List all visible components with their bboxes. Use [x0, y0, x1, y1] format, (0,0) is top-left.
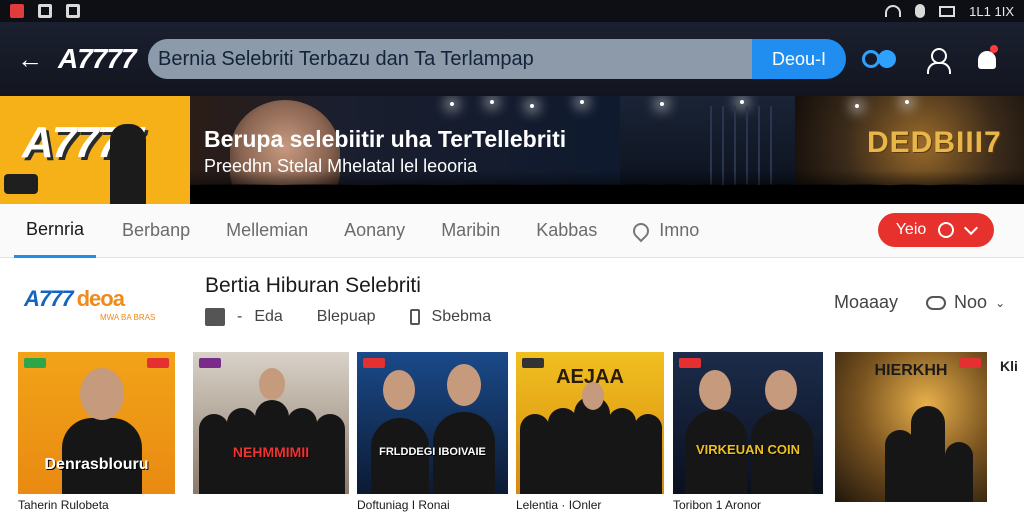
tab-location-label: Imno	[659, 220, 700, 240]
chevron-down-icon	[964, 220, 979, 236]
meta-separator: -	[237, 308, 243, 325]
news-card[interactable]: FRLDDEGI IBOIVAIE Doftuniag I Ronai	[357, 352, 508, 512]
camera-icon	[4, 174, 38, 194]
card-thumbnail: HIERKHH	[835, 352, 987, 502]
search-button[interactable]: Deou-I	[752, 39, 846, 79]
card-caption: HIERKHH	[874, 362, 948, 379]
hero-photographer-figure	[110, 124, 146, 204]
hero-subtitle: Preedhn Stelal Mhelatal lel leooria	[204, 156, 478, 176]
user-icon[interactable]	[924, 46, 951, 74]
card-title	[835, 502, 987, 506]
link-icon	[926, 295, 947, 310]
brand-logo-text: A777	[24, 286, 74, 311]
hero-stage-image	[620, 96, 795, 204]
tab-aonany[interactable]: Aonany	[344, 204, 405, 258]
app-logo-text: A7777	[58, 43, 137, 74]
favorites-icon[interactable]	[860, 46, 900, 72]
tab-location[interactable]: Imno	[629, 204, 700, 258]
app-logo[interactable]: A7777	[58, 43, 144, 75]
news-card[interactable]: HIERKHH	[835, 352, 987, 512]
more-dropdown-label: Noo	[954, 292, 988, 312]
status-time: 1L1 1IX	[969, 3, 1014, 19]
hero-brand-panel: A7777	[0, 96, 190, 204]
card-thumbnail: NEHMMIMII	[193, 352, 349, 494]
card-title: Lelentia · IOnler	[516, 498, 602, 512]
card-caption: FRLDDEGI IBOIVAIE	[379, 446, 486, 458]
category-tabs: Bernria Berbanp Mellemian Aonany Maribin…	[0, 204, 1024, 258]
meta-item-3[interactable]: Sbebma	[432, 308, 492, 326]
search-bar: Bernia Selebriti Terbazu dan Ta Terlampa…	[148, 39, 846, 79]
tab-maribin[interactable]: Maribin	[441, 204, 500, 258]
meta-item-1[interactable]: Eda	[254, 308, 282, 326]
card-caption: VIRKEUAN COIN	[695, 442, 800, 457]
search-input[interactable]: Bernia Selebriti Terbazu dan Ta Terlampa…	[148, 39, 752, 79]
card-thumbnail: FRLDDEGI IBOIVAIE	[357, 352, 508, 494]
section-title: Bertia Hiburan Selebriti	[205, 274, 421, 297]
tab-berbanp[interactable]: Berbanp	[122, 204, 190, 258]
notification-bell-icon[interactable]	[974, 45, 1000, 73]
live-button-label: Yeio	[895, 221, 927, 238]
news-card[interactable]: Denrasblouru Taherin Rulobeta	[18, 352, 175, 512]
meta-item-2[interactable]: Blepuap	[317, 308, 376, 326]
hero-right-image: DEDBIII7	[795, 96, 1024, 204]
hero-title: Berupa selebiitir uha TerTellebriti	[204, 126, 567, 152]
card-title: Toribon 1 Aronor	[673, 498, 762, 512]
card-caption: Denrasblouru	[44, 456, 149, 473]
battery-icon	[939, 5, 956, 17]
live-button[interactable]: Yeio	[878, 213, 994, 247]
tab-mellemian[interactable]: Mellemian	[226, 204, 308, 258]
back-arrow-icon[interactable]: ←	[16, 45, 44, 73]
app-header: ← A7777 Bernia Selebriti Terbazu dan Ta …	[0, 22, 1024, 96]
tag-icon	[205, 308, 225, 326]
hero-right-word: DEDBIII7	[867, 126, 1002, 159]
more-dropdown[interactable]: Noo ⌄	[926, 292, 1005, 313]
app-icon	[38, 4, 52, 18]
news-card-row: Denrasblouru Taherin Rulobeta NEHMMIMII …	[0, 352, 1024, 512]
section-brand-logo[interactable]: A777 deoa	[24, 286, 125, 312]
phone-icon	[409, 309, 420, 325]
section-controls: Moaaay Noo ⌄	[834, 292, 1005, 313]
card-caption: NEHMMIMII	[232, 444, 310, 460]
tab-bernria[interactable]: Bernria	[14, 204, 97, 258]
card-thumbnail: Denrasblouru	[18, 352, 175, 494]
crowd-silhouette	[620, 170, 795, 204]
image-icon	[66, 4, 80, 18]
card-title	[193, 494, 349, 498]
clock-icon	[938, 222, 955, 238]
sort-dropdown[interactable]: Moaaay	[834, 292, 898, 313]
chevron-down-icon: ⌄	[995, 295, 1006, 310]
more-link[interactable]: Kli	[1000, 358, 1018, 374]
news-card[interactable]: NEHMMIMII	[193, 352, 349, 512]
notification-icon	[10, 4, 24, 18]
card-title: Doftuniag I Ronai	[357, 498, 450, 512]
status-bar: 1L1 1IX	[0, 0, 1024, 22]
card-title: Taherin Rulobeta	[18, 498, 109, 512]
lock-icon	[915, 4, 926, 18]
brand-logo-accent: deoa	[76, 286, 125, 311]
crowd-silhouette	[795, 170, 1024, 204]
section-meta: - Eda Blepuap Sbebma	[205, 308, 491, 326]
news-card[interactable]: VIRKEUAN COIN Toribon 1 Aronor	[673, 352, 823, 512]
news-card[interactable]: AEJAA Lelentia · IOnler	[516, 352, 664, 512]
wifi-icon	[885, 5, 902, 17]
card-thumbnail: VIRKEUAN COIN	[673, 352, 823, 494]
brand-tagline: MWA BA BRAS	[100, 313, 156, 322]
card-thumbnail: AEJAA	[516, 352, 664, 494]
tab-kabbas[interactable]: Kabbas	[536, 204, 597, 258]
location-pin-icon	[629, 219, 653, 242]
